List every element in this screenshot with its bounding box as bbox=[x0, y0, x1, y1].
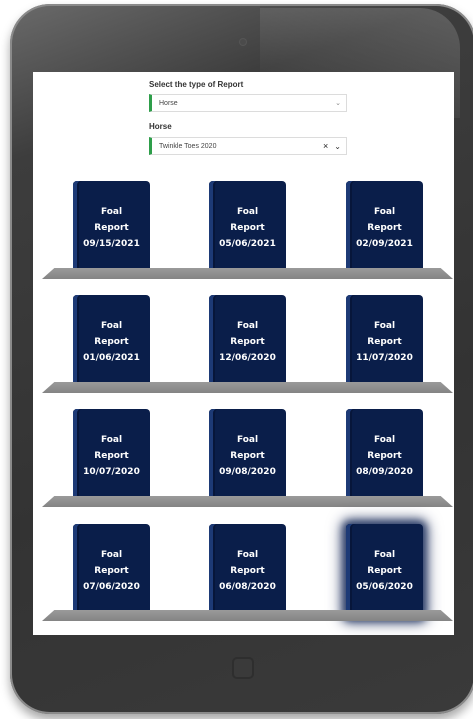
book-date: 05/06/2021 bbox=[219, 239, 276, 249]
shelf bbox=[42, 268, 453, 279]
book-date: 12/06/2020 bbox=[219, 353, 276, 363]
book-subtitle: Report bbox=[94, 566, 129, 576]
shelf bbox=[42, 382, 453, 393]
report-book[interactable]: Foal Report 11/07/2020 bbox=[346, 295, 423, 389]
horse-label: Horse bbox=[149, 122, 172, 131]
report-book-selected[interactable]: Foal Report 05/06/2020 bbox=[346, 524, 423, 618]
book-subtitle: Report bbox=[367, 337, 402, 347]
book-date: 11/07/2020 bbox=[356, 353, 413, 363]
book-date: 10/07/2020 bbox=[83, 467, 140, 477]
report-book[interactable]: Foal Report 06/08/2020 bbox=[209, 524, 286, 618]
horse-value: Twinkle Toes 2020 bbox=[159, 142, 217, 150]
report-type-select[interactable]: Horse ⌄ bbox=[149, 94, 347, 112]
report-type-label: Select the type of Report bbox=[149, 80, 244, 89]
book-subtitle: Report bbox=[94, 337, 129, 347]
report-book[interactable]: Foal Report 02/09/2021 bbox=[346, 181, 423, 275]
book-subtitle: Report bbox=[230, 566, 265, 576]
book-title: Foal bbox=[373, 435, 396, 445]
book-subtitle: Report bbox=[94, 223, 129, 233]
report-book[interactable]: Foal Report 12/06/2020 bbox=[209, 295, 286, 389]
book-title: Foal bbox=[236, 321, 259, 331]
book-subtitle: Report bbox=[367, 451, 402, 461]
book-date: 07/06/2020 bbox=[83, 582, 140, 592]
book-title: Foal bbox=[373, 550, 396, 560]
shelf bbox=[42, 496, 453, 507]
book-title: Foal bbox=[373, 207, 396, 217]
book-title: Foal bbox=[100, 321, 123, 331]
app-screen: Select the type of Report Horse ⌄ Horse … bbox=[33, 72, 454, 635]
report-book[interactable]: Foal Report 09/15/2021 bbox=[73, 181, 150, 275]
book-title: Foal bbox=[236, 207, 259, 217]
book-subtitle: Report bbox=[94, 451, 129, 461]
chevron-down-icon[interactable]: ⌄ bbox=[334, 142, 341, 151]
book-date: 09/15/2021 bbox=[83, 239, 140, 249]
horse-select[interactable]: Twinkle Toes 2020 × ⌄ bbox=[149, 137, 347, 155]
report-book[interactable]: Foal Report 10/07/2020 bbox=[73, 409, 150, 503]
home-button[interactable] bbox=[232, 657, 254, 679]
book-subtitle: Report bbox=[230, 451, 265, 461]
book-date: 02/09/2021 bbox=[356, 239, 413, 249]
book-subtitle: Report bbox=[367, 223, 402, 233]
shelf bbox=[42, 610, 453, 621]
book-title: Foal bbox=[236, 550, 259, 560]
camera-icon bbox=[239, 38, 247, 46]
book-title: Foal bbox=[373, 321, 396, 331]
book-date: 06/08/2020 bbox=[219, 582, 276, 592]
report-book[interactable]: Foal Report 09/08/2020 bbox=[209, 409, 286, 503]
book-subtitle: Report bbox=[367, 566, 402, 576]
book-title: Foal bbox=[236, 435, 259, 445]
book-date: 09/08/2020 bbox=[219, 467, 276, 477]
book-date: 05/06/2020 bbox=[356, 582, 413, 592]
close-icon[interactable]: × bbox=[323, 141, 328, 151]
book-title: Foal bbox=[100, 207, 123, 217]
book-title: Foal bbox=[100, 435, 123, 445]
book-date: 01/06/2021 bbox=[83, 353, 140, 363]
report-book[interactable]: Foal Report 05/06/2021 bbox=[209, 181, 286, 275]
report-book[interactable]: Foal Report 07/06/2020 bbox=[73, 524, 150, 618]
book-title: Foal bbox=[100, 550, 123, 560]
report-book[interactable]: Foal Report 08/09/2020 bbox=[346, 409, 423, 503]
report-book[interactable]: Foal Report 01/06/2021 bbox=[73, 295, 150, 389]
book-subtitle: Report bbox=[230, 223, 265, 233]
chevron-down-icon[interactable]: ⌄ bbox=[335, 99, 341, 107]
book-subtitle: Report bbox=[230, 337, 265, 347]
report-type-value: Horse bbox=[159, 99, 178, 107]
book-date: 08/09/2020 bbox=[356, 467, 413, 477]
